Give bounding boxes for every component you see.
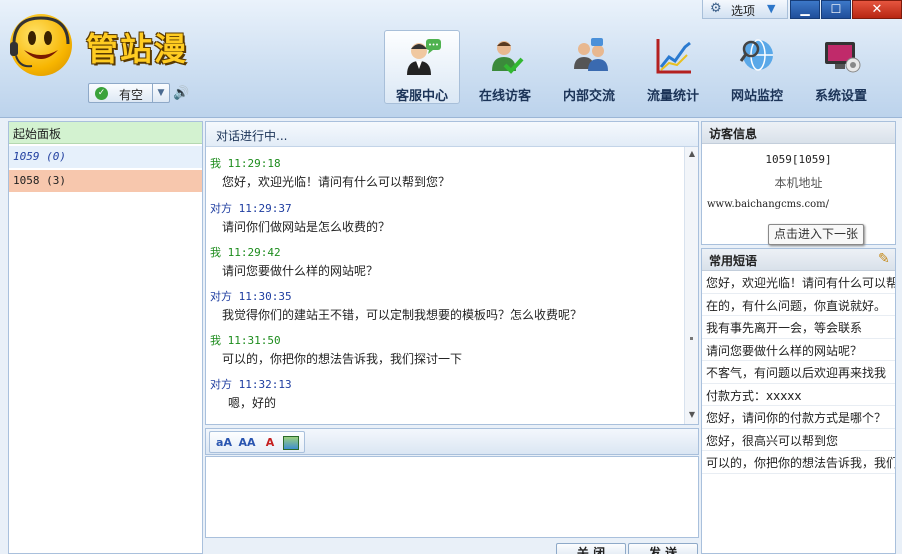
message-speaker: 对方 <box>210 378 232 391</box>
nav-label: 网站监控 <box>730 89 783 104</box>
chat-message: 对方 11:32:13 嗯，好的 <box>210 376 680 411</box>
panel-title: 访客信息 <box>702 122 895 144</box>
phrase-list: 您好，欢迎光临！请问有什么可以帮 在的，有什么问题，你直说就好。 我有事先离开一… <box>702 271 895 474</box>
internal-chat-icon <box>574 38 608 71</box>
customer-service-icon <box>407 39 441 75</box>
message-input[interactable] <box>205 456 699 538</box>
status-label: 有空 <box>119 88 144 102</box>
message-time: 11:32:13 <box>238 378 292 391</box>
chat-message: 我 11:29:18 您好，欢迎光临！请问有什么可以帮到您？ <box>210 155 680 190</box>
message-text: 可以的，你把你的想法告诉我，我们探讨一下 <box>222 352 463 366</box>
chat-message-list: 我 11:29:18 您好，欢迎光临！请问有什么可以帮到您？ 对方 11:29:… <box>210 155 680 423</box>
nav-label: 客服中心 <box>395 89 448 104</box>
nav-label: 在线访客 <box>478 89 531 104</box>
minimize-button[interactable]: ▁ <box>790 0 820 19</box>
message-speaker: 我 <box>210 334 221 347</box>
session-item[interactable]: 1058 (3) <box>9 170 202 192</box>
chat-message: 对方 11:30:35 我觉得你们的建站王不错，可以定制我想要的模板吗？怎么收费… <box>210 288 680 323</box>
panel-title: 起始面板 <box>9 122 202 144</box>
message-text: 请问你们做网站是怎么收费的？ <box>222 220 391 234</box>
message-time: 11:30:35 <box>238 290 292 303</box>
close-chat-button[interactable]: 关 闭 <box>556 543 626 554</box>
logo-smiley-icon <box>10 14 72 76</box>
chat-panel: 对话进行中... 我 11:29:18 您好，欢迎光临！请问有什么可以帮到您？ … <box>205 121 699 425</box>
message-speaker: 我 <box>210 157 221 170</box>
window-edge <box>896 121 902 554</box>
insert-image-icon[interactable] <box>283 436 299 450</box>
triangle-down-icon: ▼ <box>767 2 776 15</box>
message-text: 嗯，好的 <box>228 396 277 410</box>
logo-text: 管站漫 <box>86 30 189 68</box>
compose-toolbar: aA AA A <box>205 428 699 455</box>
message-speaker: 我 <box>210 246 221 259</box>
chat-message: 我 11:29:42 请问您要做什么样的网站呢？ <box>210 244 680 279</box>
nav-internal-chat[interactable]: 内部交流 <box>551 30 627 104</box>
message-time: 11:29:42 <box>227 246 281 259</box>
font-color-icon[interactable]: A <box>260 435 280 451</box>
site-monitor-icon <box>739 39 773 71</box>
nav-label: 内部交流 <box>562 89 615 104</box>
window-controls: ⚙ 选项 ▼ ▁ ☐ ✕ <box>702 0 902 19</box>
panel-title: 常用短语 <box>702 249 895 271</box>
speaker-icon[interactable]: 🔊 <box>173 86 189 101</box>
font-size-icon[interactable]: AA <box>237 435 257 451</box>
status-dropdown[interactable]: ✓ 有空 ▼ <box>88 83 170 103</box>
chat-scrollbar[interactable]: ▲ ▼ <box>684 147 698 424</box>
phrase-item[interactable]: 您好，请问你的付款方式是哪个？ <box>702 406 895 429</box>
nav-online-visitors[interactable]: 在线访客 <box>467 30 543 104</box>
header-bar: 管站漫 ✓ 有空 ▼ 🔊 ⚙ 选项 ▼ ▁ ☐ ✕ 客服中心 在线访客 内部交流… <box>0 0 902 118</box>
start-panel: 起始面板 1059 (0) 1058 (3) <box>8 121 203 554</box>
nav-label: 系统设置 <box>814 89 867 104</box>
nav-label: 流量统计 <box>646 89 699 104</box>
online-visitors-icon <box>492 41 524 74</box>
format-tool-group: aA AA A <box>209 431 305 453</box>
phrase-item[interactable]: 我有事先离开一会，等会联系 <box>702 316 895 339</box>
message-time: 11:31:50 <box>227 334 281 347</box>
system-settings-icon <box>825 42 861 73</box>
traffic-stats-icon <box>656 39 691 74</box>
send-button[interactable]: 发 送 <box>628 543 698 554</box>
scroll-thumb[interactable] <box>690 337 693 340</box>
check-icon: ✓ <box>95 87 108 100</box>
phrase-item[interactable]: 在的，有什么问题，你直说就好。 <box>702 294 895 316</box>
message-time: 11:29:18 <box>227 157 281 170</box>
visitor-id: 1059[1059] <box>765 153 832 166</box>
scroll-down-icon[interactable]: ▼ <box>685 410 699 422</box>
phrase-item[interactable]: 请问您要做什么样的网站呢？ <box>702 339 895 361</box>
phrase-item[interactable]: 可以的，你把你的想法告诉我，我们 <box>702 451 895 474</box>
visitor-location: 本机地址 <box>774 176 823 190</box>
maximize-button[interactable]: ☐ <box>821 0 851 19</box>
message-text: 您好，欢迎光临！请问有什么可以帮到您？ <box>222 175 451 189</box>
chevron-down-icon[interactable]: ▼ <box>152 84 169 102</box>
message-time: 11:29:37 <box>238 202 292 215</box>
phrase-item[interactable]: 您好，欢迎光临！请问有什么可以帮 <box>702 271 895 294</box>
nav-system-settings[interactable]: 系统设置 <box>803 30 879 104</box>
font-face-icon[interactable]: aA <box>214 435 234 451</box>
message-text: 请问您要做什么样的网站呢？ <box>222 264 379 278</box>
nav-traffic-stats[interactable]: 流量统计 <box>635 30 711 104</box>
next-tooltip: 点击进入下一张 <box>768 224 864 245</box>
nav-site-monitor[interactable]: 网站监控 <box>719 30 795 104</box>
chat-message: 我 11:31:50 可以的，你把你的想法告诉我，我们探讨一下 <box>210 332 680 367</box>
close-window-button[interactable]: ✕ <box>852 0 902 19</box>
message-speaker: 对方 <box>210 202 232 215</box>
options-label: 选项 <box>731 4 756 18</box>
gear-icon: ⚙ <box>710 1 722 16</box>
phrase-item[interactable]: 不客气，有问题以后欢迎再来找我 <box>702 361 895 384</box>
message-text: 我觉得你们的建站王不错，可以定制我想要的模板吗？怎么收费呢？ <box>222 308 583 322</box>
nav-customer-service[interactable]: 客服中心 <box>384 30 460 104</box>
session-item[interactable]: 1059 (0) <box>9 146 202 168</box>
chat-title: 对话进行中... <box>206 122 698 147</box>
common-phrases-panel: 常用短语 ✎ 您好，欢迎光临！请问有什么可以帮 在的，有什么问题，你直说就好。 … <box>701 248 896 554</box>
phrase-item[interactable]: 付款方式：xxxxx <box>702 384 895 406</box>
visitor-url[interactable]: www.baichangcms.com/ <box>707 199 829 210</box>
options-button[interactable]: ⚙ 选项 ▼ <box>702 0 788 19</box>
chat-message: 对方 11:29:37 请问你们做网站是怎么收费的？ <box>210 200 680 235</box>
phrase-item[interactable]: 您好，很高兴可以帮到您 <box>702 429 895 451</box>
pencil-icon[interactable]: ✎ <box>878 251 890 267</box>
message-speaker: 对方 <box>210 290 232 303</box>
scroll-up-icon[interactable]: ▲ <box>685 149 699 161</box>
